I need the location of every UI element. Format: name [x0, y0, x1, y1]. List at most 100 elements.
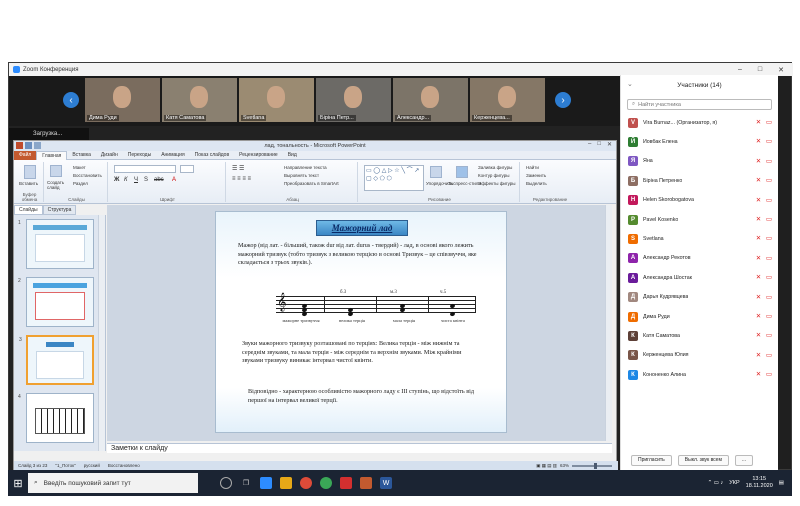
camera-off-icon[interactable]: ▭ — [765, 332, 773, 339]
clock[interactable]: 13:15 18.11.2020 — [746, 476, 773, 490]
camera-off-icon[interactable]: ▭ — [765, 158, 773, 165]
tab-slideshow[interactable]: Показ слайдов — [190, 152, 234, 158]
task-view-icon[interactable]: ❐ — [240, 477, 252, 489]
font-color-button[interactable]: A — [172, 177, 176, 183]
camera-off-icon[interactable]: ▭ — [765, 274, 773, 281]
minimize-icon[interactable]: – — [588, 141, 591, 148]
taskbar-search-input[interactable]: ⌕ Введіть пошуковий запит тут — [28, 473, 198, 493]
participant-row[interactable]: Д Дима Руди ✕ ▭ — [621, 307, 778, 326]
bold-button[interactable]: Ж — [114, 177, 119, 183]
maximize-icon[interactable]: □ — [597, 141, 601, 148]
slide-notes[interactable]: Заметки к слайду — [107, 443, 612, 453]
mic-muted-icon[interactable]: ✕ — [755, 332, 762, 339]
file-explorer-icon[interactable] — [280, 477, 292, 489]
video-tile[interactable]: Біріна Петр... — [316, 78, 391, 122]
cortana-icon[interactable] — [220, 477, 232, 489]
participant-row[interactable]: Й Йовбак Елена ✕ ▭ — [621, 132, 778, 151]
more-button[interactable]: ... — [734, 454, 754, 466]
quick-styles-icon[interactable] — [456, 166, 468, 178]
replace-button[interactable]: Заменить — [526, 173, 546, 178]
shape-fill-button[interactable]: Заливка фигуры — [478, 165, 512, 170]
tab-animation[interactable]: Анимация — [156, 152, 189, 158]
mic-muted-icon[interactable]: ✕ — [755, 274, 762, 281]
camera-off-icon[interactable]: ▭ — [765, 352, 773, 359]
participant-row[interactable]: К Керженцева Юлия ✕ ▭ — [621, 346, 778, 365]
italic-button[interactable]: К — [124, 177, 128, 183]
zoom-slider[interactable] — [572, 462, 612, 469]
maximize-icon[interactable]: □ — [758, 66, 762, 74]
current-slide[interactable]: Мажорний лад Мажор (від лат. - більший, … — [215, 211, 507, 433]
new-slide-icon[interactable] — [50, 165, 62, 177]
camera-off-icon[interactable]: ▭ — [765, 119, 773, 126]
shape-outline-button[interactable]: Контур фигуры — [478, 173, 509, 178]
font-family-select[interactable] — [114, 165, 176, 173]
video-tile[interactable]: Катя Саматова — [162, 78, 237, 122]
tab-outline[interactable]: Структура — [42, 205, 77, 215]
shapes-gallery[interactable]: ▭ ◯ △ ▷ ☆ ╲ ⌒ ↗ ▢ ◇ ⬠ ⬡ — [364, 165, 424, 191]
notifications-icon[interactable]: ▤ — [779, 480, 784, 486]
mic-muted-icon[interactable]: ✕ — [755, 235, 762, 242]
quick-styles-button[interactable]: Экспресс-стили — [448, 181, 481, 186]
text-direction-button[interactable]: Направление текста — [284, 165, 327, 170]
camera-off-icon[interactable]: ▭ — [765, 138, 773, 145]
mic-muted-icon[interactable]: ✕ — [755, 197, 762, 204]
section-button[interactable]: Раздел — [73, 181, 88, 186]
paste-icon[interactable] — [24, 165, 36, 179]
font-size-select[interactable] — [180, 165, 194, 173]
bullets-button[interactable]: ☰ ☰ — [232, 165, 244, 172]
arrange-icon[interactable] — [430, 166, 442, 178]
smartart-button[interactable]: Преобразовать в SmartArt — [284, 181, 339, 186]
mic-muted-icon[interactable]: ✕ — [755, 138, 762, 145]
participant-search-input[interactable]: ⌕ Найти участника — [627, 99, 772, 110]
shape-effects-button[interactable]: Эффекты фигуры — [478, 181, 516, 186]
tab-review[interactable]: Рецензирование — [234, 152, 283, 158]
camera-off-icon[interactable]: ▭ — [765, 313, 773, 320]
canvas-scrollbar[interactable] — [605, 205, 612, 441]
prev-videos-button[interactable]: ‹ — [63, 92, 79, 108]
camera-off-icon[interactable]: ▭ — [765, 197, 773, 204]
restore-button[interactable]: Восстановить — [73, 173, 102, 178]
tab-home[interactable]: Главная — [36, 150, 68, 160]
slide-thumbnail[interactable]: 1 — [18, 219, 94, 269]
mic-muted-icon[interactable]: ✕ — [755, 371, 762, 378]
word-app-icon[interactable]: W — [380, 477, 392, 489]
participant-row[interactable]: V Vira Burnaz... (Организатор, я) ✕ ▭ — [621, 113, 778, 132]
mic-muted-icon[interactable]: ✕ — [755, 352, 762, 359]
participant-row[interactable]: Д Дарья Кудрявцева ✕ ▭ — [621, 288, 778, 307]
strike-button[interactable]: abc — [154, 177, 164, 183]
keyboard-language[interactable]: УКР — [729, 480, 739, 486]
slide-thumbnail-selected[interactable]: 3 — [19, 335, 94, 385]
mic-muted-icon[interactable]: ✕ — [755, 216, 762, 223]
mic-muted-icon[interactable]: ✕ — [755, 313, 762, 320]
tab-design[interactable]: Дизайн — [96, 152, 123, 158]
participant-row[interactable]: К Кононенко Алина ✕ ▭ — [621, 365, 778, 384]
tab-file[interactable]: Файл — [14, 150, 37, 160]
camera-off-icon[interactable]: ▭ — [765, 255, 773, 262]
invite-button[interactable]: Пригласить — [631, 454, 672, 466]
tab-transitions[interactable]: Переходы — [123, 152, 156, 158]
tray-icons[interactable]: ⌃ ▭ ♪ — [708, 480, 724, 486]
underline-button[interactable]: Ч — [134, 177, 138, 183]
participant-row[interactable]: К Катя Саматова ✕ ▭ — [621, 326, 778, 345]
view-buttons[interactable]: ▣ ▦ ▤ ▥ — [536, 463, 557, 469]
zoom-app-icon[interactable] — [260, 477, 272, 489]
mic-muted-icon[interactable]: ✕ — [755, 255, 762, 262]
powerpoint-app-icon[interactable] — [360, 477, 372, 489]
mute-all-button[interactable]: Выкл. звук всем — [677, 454, 729, 466]
next-videos-button[interactable]: › — [555, 92, 571, 108]
participant-row[interactable]: Б Біріна Петренко ✕ ▭ — [621, 171, 778, 190]
video-tile[interactable]: Керженцева... — [470, 78, 545, 122]
shadow-button[interactable]: S — [144, 177, 148, 183]
participant-row[interactable]: A Александр Рекотов ✕ ▭ — [621, 249, 778, 268]
undo-icon[interactable] — [34, 142, 41, 149]
select-button[interactable]: Выделить — [526, 181, 547, 186]
participant-row[interactable]: P Pavel Kosenko ✕ ▭ — [621, 210, 778, 229]
thumbs-scrollbar[interactable] — [98, 215, 105, 451]
mic-muted-icon[interactable]: ✕ — [755, 177, 762, 184]
tab-slides[interactable]: Слайды — [14, 205, 43, 215]
mic-muted-icon[interactable]: ✕ — [755, 294, 762, 301]
find-button[interactable]: Найти — [526, 165, 539, 170]
save-icon[interactable] — [25, 142, 32, 149]
mic-muted-icon[interactable]: ✕ — [755, 119, 762, 126]
camera-off-icon[interactable]: ▭ — [765, 294, 773, 301]
